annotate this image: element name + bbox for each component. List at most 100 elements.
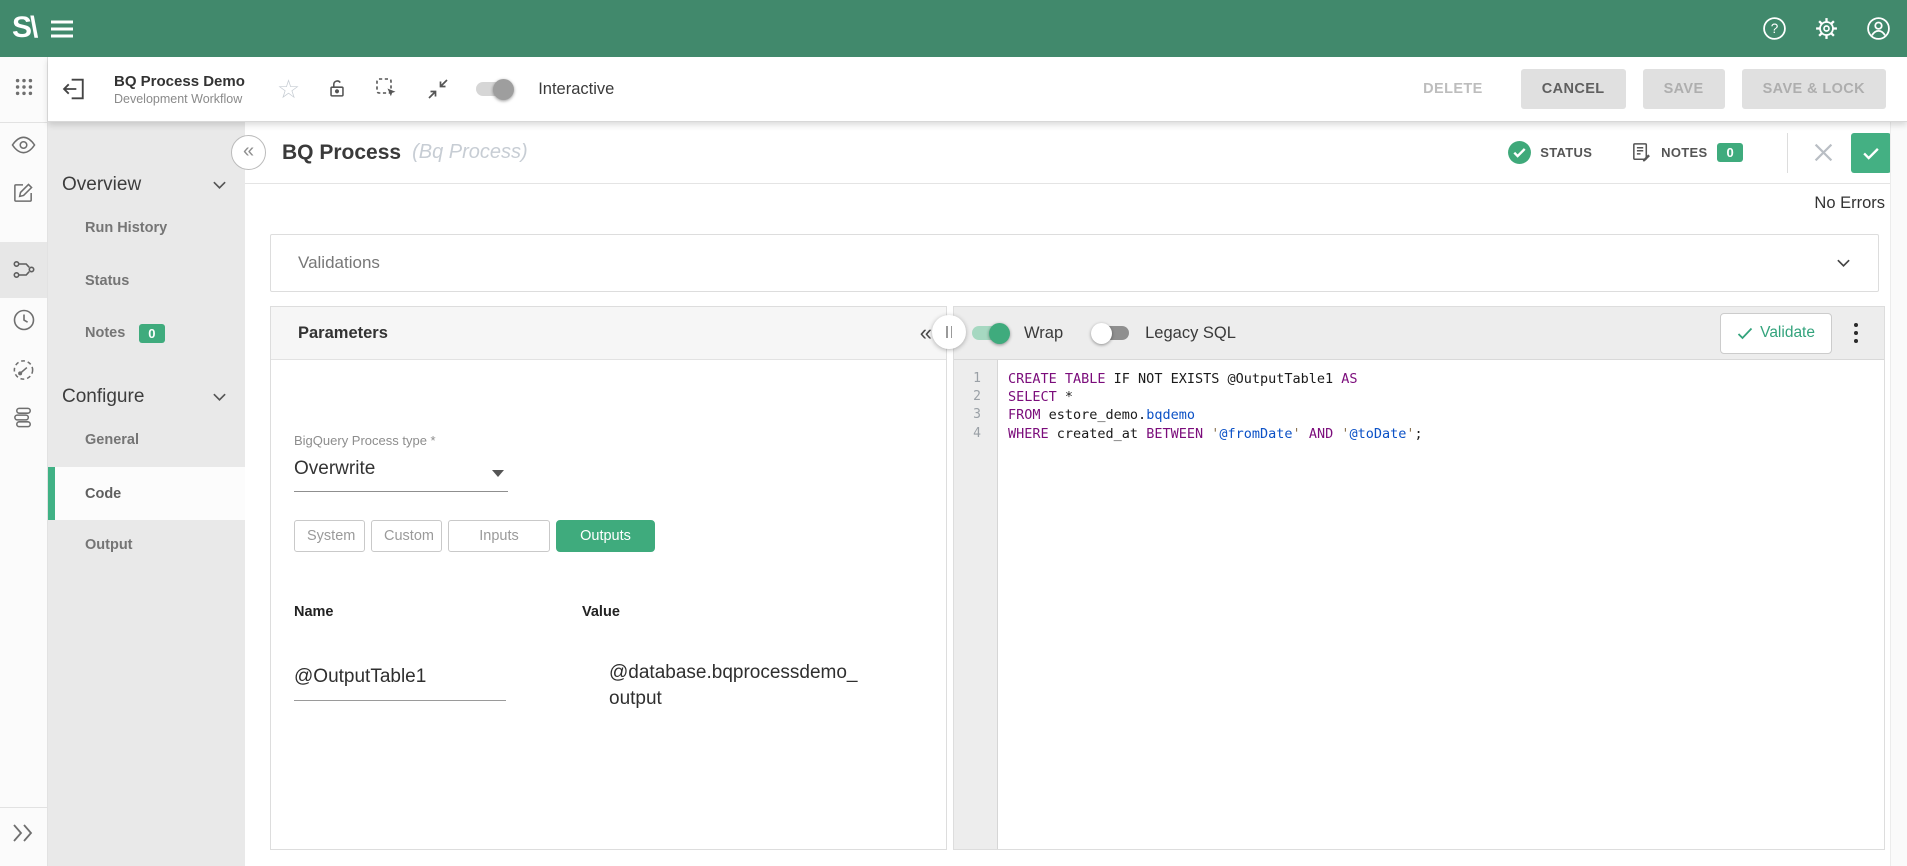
- top-app-bar: S\ ?: [0, 0, 1907, 57]
- check-icon: [1737, 327, 1753, 340]
- interactive-label: Interactive: [538, 80, 614, 99]
- code-panel: Wrap Legacy SQL Validate 1234 CREATE TAB…: [953, 306, 1885, 850]
- error-status-text: No Errors: [1814, 194, 1885, 213]
- confirm-check-button[interactable]: [1851, 133, 1891, 173]
- notes-chip[interactable]: NOTES 0: [1630, 141, 1743, 164]
- process-type-label: BigQuery Process type *: [294, 433, 436, 448]
- page-title: BQ Process: [282, 141, 401, 165]
- tab-outputs[interactable]: Outputs: [556, 520, 655, 552]
- apps-grid-icon[interactable]: [0, 65, 47, 109]
- nav-item-label: Status: [85, 273, 129, 289]
- status-check-icon: [1507, 140, 1532, 165]
- wrap-label: Wrap: [1024, 324, 1063, 343]
- nav-section-label: Configure: [62, 386, 144, 408]
- chevron-down-icon: [1836, 258, 1851, 268]
- code-lines[interactable]: CREATE TABLE IF NOT EXISTS @OutputTable1…: [998, 360, 1884, 849]
- wrap-toggle[interactable]: [972, 326, 1008, 340]
- nav-item-label: Run History: [85, 220, 167, 236]
- workflow-subtitle: Development Workflow: [114, 92, 245, 106]
- app-root: S\ ?: [0, 0, 1907, 866]
- validate-button[interactable]: Validate: [1720, 313, 1832, 354]
- monitor-gauge-icon[interactable]: [0, 348, 47, 392]
- nav-item-label: Notes: [85, 325, 125, 341]
- legacy-sql-toggle[interactable]: [1093, 326, 1129, 340]
- header-divider: [1787, 133, 1788, 173]
- account-icon[interactable]: [1866, 16, 1891, 41]
- main-content: « BQ Process (Bq Process) STATUS NOTES 0: [245, 122, 1907, 866]
- cancel-button[interactable]: CANCEL: [1521, 69, 1626, 109]
- sidebar-item-code[interactable]: Code: [48, 467, 245, 520]
- edit-note-icon[interactable]: [0, 170, 47, 214]
- save-lock-button[interactable]: SAVE & LOCK: [1742, 69, 1886, 109]
- chevron-down-icon: [212, 392, 227, 402]
- save-button[interactable]: SAVE: [1643, 69, 1725, 109]
- collapse-view-icon[interactable]: [426, 77, 450, 101]
- expand-sidebar-icon[interactable]: [0, 811, 47, 855]
- nav-section-overview[interactable]: Overview: [48, 165, 245, 205]
- nav-item-label: Code: [85, 486, 121, 502]
- unlock-icon[interactable]: [326, 77, 348, 101]
- toolbar-left: BQ Process Demo Development Workflow ☆ I…: [48, 73, 614, 106]
- notes-label: NOTES: [1661, 145, 1707, 160]
- code-toolbar-right: Validate: [1720, 313, 1884, 354]
- process-type-select[interactable]: Overwrite: [294, 455, 508, 492]
- page-subtitle: (Bq Process): [412, 141, 528, 164]
- collapse-panel-icon[interactable]: «: [920, 322, 932, 344]
- line-number: 3: [954, 406, 981, 424]
- sidebar-item-general[interactable]: General: [48, 418, 245, 462]
- status-chip[interactable]: STATUS: [1507, 140, 1592, 165]
- notes-icon: [1630, 141, 1653, 164]
- interactive-toggle[interactable]: [476, 82, 512, 96]
- code-line[interactable]: FROM estore_demo.bqdemo: [1008, 406, 1884, 424]
- tab-custom[interactable]: Custom: [371, 520, 442, 552]
- param-name-input[interactable]: @OutputTable1: [294, 666, 506, 701]
- code-line[interactable]: WHERE created_at BETWEEN '@fromDate' AND…: [1008, 425, 1884, 443]
- parameters-body: BigQuery Process type * Overwrite System…: [271, 360, 946, 849]
- tab-inputs[interactable]: Inputs: [448, 520, 550, 552]
- help-icon[interactable]: ?: [1762, 16, 1787, 41]
- process-type-value: Overwrite: [294, 455, 508, 480]
- code-line[interactable]: CREATE TABLE IF NOT EXISTS @OutputTable1…: [1008, 370, 1884, 388]
- process-header: « BQ Process (Bq Process) STATUS NOTES 0: [245, 122, 1907, 184]
- status-label: STATUS: [1540, 145, 1592, 160]
- pipeline-icon[interactable]: [0, 248, 47, 292]
- tab-system[interactable]: System: [294, 520, 365, 552]
- sidebar-item-run-history[interactable]: Run History: [48, 206, 245, 250]
- more-options-kebab-icon[interactable]: [1842, 323, 1870, 344]
- icon-rail: [0, 57, 48, 866]
- marquee-select-icon[interactable]: [374, 76, 400, 102]
- data-stack-icon[interactable]: [0, 395, 47, 439]
- settings-gear-icon[interactable]: [1814, 16, 1839, 41]
- brand-logo: S\: [0, 11, 50, 47]
- history-clock-icon[interactable]: [0, 298, 47, 342]
- selected-indicator-bar: [48, 467, 55, 520]
- favorite-star-icon[interactable]: ☆: [277, 76, 300, 102]
- hamburger-menu-icon[interactable]: [50, 20, 74, 38]
- nav-section-configure[interactable]: Configure: [48, 377, 245, 417]
- parameter-tabs: System Custom Inputs Outputs: [294, 520, 655, 552]
- line-number: 4: [954, 425, 981, 443]
- validate-label: Validate: [1760, 324, 1815, 342]
- code-line[interactable]: SELECT *: [1008, 388, 1884, 406]
- exit-workflow-icon[interactable]: [60, 75, 88, 103]
- rail-divider: [0, 807, 47, 808]
- panel-resize-handle[interactable]: [932, 315, 966, 349]
- preview-eye-icon[interactable]: [0, 123, 47, 167]
- collapse-back-icon[interactable]: «: [231, 135, 266, 170]
- parameters-header: Parameters «: [271, 307, 946, 360]
- sidebar-item-notes[interactable]: Notes 0: [48, 311, 245, 355]
- close-icon[interactable]: [1810, 139, 1837, 166]
- validations-accordion[interactable]: Validations: [270, 234, 1879, 292]
- workflow-toolbar: BQ Process Demo Development Workflow ☆ I…: [48, 57, 1907, 122]
- notes-count-badge: 0: [139, 324, 164, 343]
- code-editor: 1234 CREATE TABLE IF NOT EXISTS @OutputT…: [954, 360, 1884, 849]
- side-nav: Overview Run History Status Notes 0 Conf…: [48, 122, 245, 866]
- header-actions: STATUS NOTES 0: [1507, 133, 1907, 173]
- nav-item-label: General: [85, 432, 139, 448]
- legacy-sql-label: Legacy SQL: [1145, 324, 1236, 343]
- sidebar-item-output[interactable]: Output: [48, 523, 245, 567]
- sidebar-item-status[interactable]: Status: [48, 259, 245, 303]
- delete-button[interactable]: DELETE: [1402, 69, 1504, 109]
- chevron-down-icon: [212, 180, 227, 190]
- page-scrollbar[interactable]: [1890, 122, 1907, 866]
